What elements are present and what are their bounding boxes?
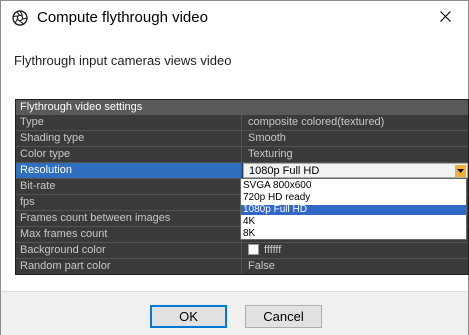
dropdown-option-720p[interactable]: 720p HD ready: [241, 193, 466, 203]
resolution-select-value: 1080p Full HD: [249, 165, 320, 177]
property-row-background-color[interactable]: Background color ffffff: [16, 243, 468, 259]
property-label: Random part color: [16, 259, 242, 274]
cancel-button[interactable]: Cancel: [245, 305, 322, 328]
aperture-icon: [12, 10, 28, 26]
resolution-dropdown-list: SVGA 800x600 720p HD ready 1080p Full HD…: [240, 178, 467, 240]
close-button[interactable]: [422, 1, 468, 35]
resolution-select[interactable]: 1080p Full HD: [243, 163, 468, 178]
property-label: Frames count between images: [16, 211, 242, 226]
dialog-description: Flythrough input cameras views video: [14, 53, 232, 68]
property-row-color-type[interactable]: Color type Texturing: [16, 147, 468, 163]
property-value[interactable]: composite colored(textured): [243, 115, 468, 130]
dropdown-option-svga[interactable]: SVGA 800x600: [241, 181, 466, 191]
dialog-footer: OK Cancel: [1, 291, 468, 335]
dialog-window: Compute flythrough video Flythrough inpu…: [0, 0, 469, 335]
color-hex-text: ffffff: [264, 244, 282, 256]
title-bar[interactable]: Compute flythrough video: [1, 1, 468, 35]
property-row-type[interactable]: Type composite colored(textured): [16, 115, 468, 131]
background-color-value[interactable]: ffffff: [243, 243, 468, 258]
color-swatch[interactable]: [248, 244, 259, 255]
dropdown-option-1080p[interactable]: 1080p Full HD: [241, 205, 466, 215]
property-label: Shading type: [16, 131, 242, 146]
dropdown-arrow-button[interactable]: [455, 165, 466, 177]
property-label: Type: [16, 115, 242, 130]
close-icon: [439, 9, 451, 27]
property-row-random-part-color[interactable]: Random part color False: [16, 259, 468, 274]
property-label: Bit-rate: [16, 179, 242, 194]
property-value[interactable]: Smooth: [243, 131, 468, 146]
property-label: Resolution: [16, 163, 242, 178]
window-title: Compute flythrough video: [37, 9, 208, 26]
property-grid-header: Flythrough video settings: [16, 100, 468, 115]
property-row-resolution[interactable]: Resolution 1080p Full HD: [16, 163, 468, 179]
dropdown-option-8k[interactable]: 8K: [241, 229, 466, 239]
dropdown-option-4k[interactable]: 4K: [241, 217, 466, 227]
property-label: Max frames count: [16, 227, 242, 242]
ok-button[interactable]: OK: [150, 305, 227, 328]
chevron-down-icon: [457, 169, 464, 173]
property-label: fps: [16, 195, 242, 210]
property-value[interactable]: False: [243, 259, 468, 274]
property-label: Background color: [16, 243, 242, 258]
property-label: Color type: [16, 147, 242, 162]
property-value[interactable]: Texturing: [243, 147, 468, 162]
property-row-shading-type[interactable]: Shading type Smooth: [16, 131, 468, 147]
